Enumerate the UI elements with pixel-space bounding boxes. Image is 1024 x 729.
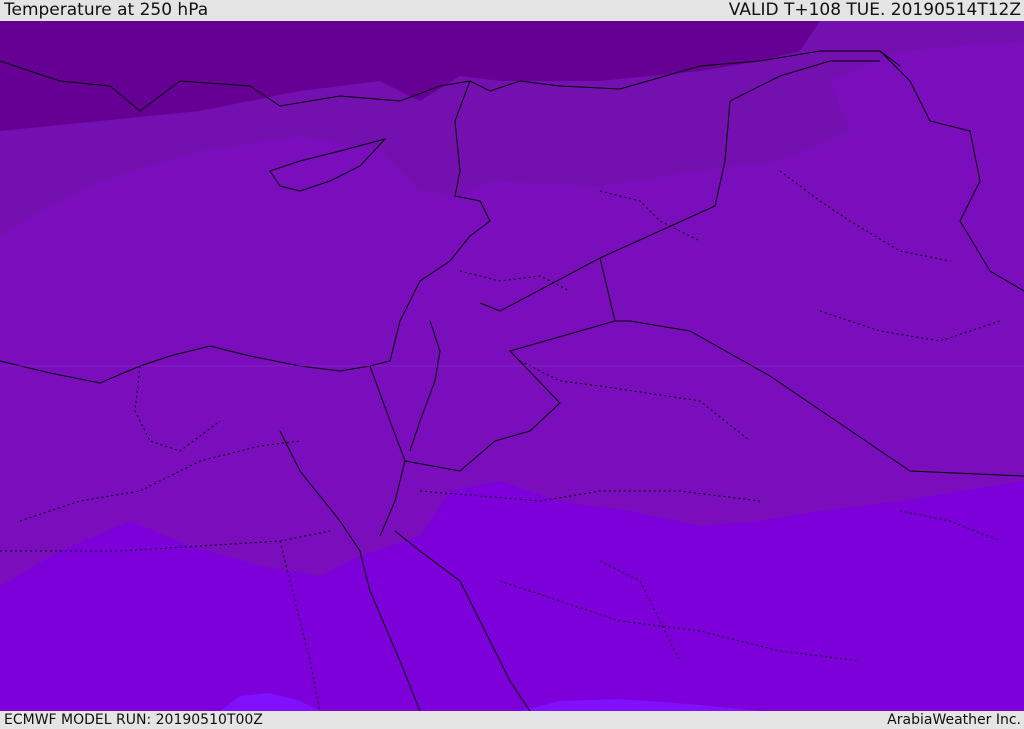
credit: ArabiaWeather Inc. xyxy=(887,712,1021,728)
header-bar: Temperature at 250 hPa VALID T+108 TUE. … xyxy=(0,0,1024,21)
model-run: ECMWF MODEL RUN: 20190510T00Z xyxy=(4,712,263,728)
weather-map[interactable] xyxy=(0,21,1024,711)
footer-bar: ECMWF MODEL RUN: 20190510T00Z ArabiaWeat… xyxy=(0,711,1024,729)
map-canvas xyxy=(0,21,1024,711)
map-title: Temperature at 250 hPa xyxy=(4,0,209,20)
valid-time: VALID T+108 TUE. 20190514T12Z xyxy=(728,0,1021,20)
